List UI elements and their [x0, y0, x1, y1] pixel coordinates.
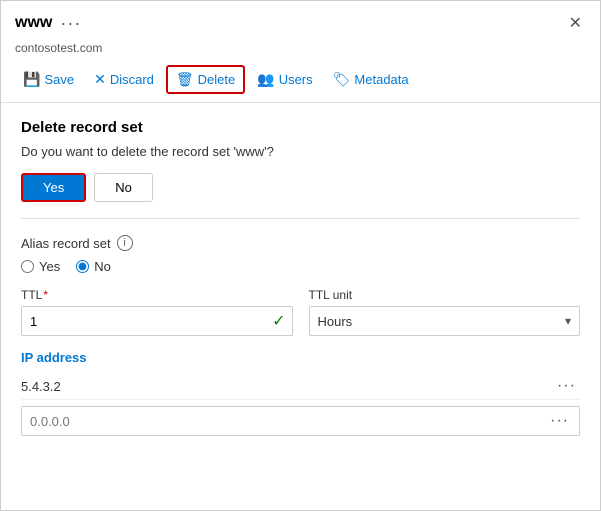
alias-no-option[interactable]: No — [76, 259, 111, 274]
content-area: Delete record set Do you want to delete … — [1, 103, 600, 510]
delete-section: Delete record set Do you want to delete … — [21, 119, 580, 219]
ttl-unit-label: TTL unit — [309, 288, 581, 302]
delete-buttons: Yes No — [21, 173, 580, 202]
confirm-no-button[interactable]: No — [94, 173, 153, 202]
ip-new-input[interactable] — [22, 407, 546, 435]
ip-existing-options-button[interactable]: ··· — [553, 377, 580, 395]
ip-address-section: IP address 5.4.3.2 ··· ··· — [21, 350, 580, 436]
ttl-col: TTL* ✓ — [21, 288, 293, 336]
window-title: www — [15, 14, 52, 32]
title-bar: www ··· ✕ — [1, 1, 600, 41]
toolbar: 💾 Save ✕ Discard 🗑 Delete 👥 Users 🏷 Meta… — [1, 61, 600, 103]
alias-record-section: Alias record set i Yes No — [21, 235, 580, 274]
users-icon: 👥 — [257, 71, 274, 88]
ttl-required-star: * — [43, 288, 48, 302]
delete-label: Delete — [198, 72, 236, 87]
users-label: Users — [279, 72, 313, 87]
ttl-row: TTL* ✓ TTL unit Hours ▾ — [21, 288, 580, 336]
metadata-icon: 🏷 — [333, 71, 351, 88]
alias-info-icon[interactable]: i — [117, 235, 133, 251]
alias-yes-radio[interactable] — [21, 260, 34, 273]
alias-no-label: No — [94, 259, 111, 274]
discard-button[interactable]: ✕ Discard — [86, 67, 162, 92]
alias-radio-group: Yes No — [21, 259, 580, 274]
ip-existing-value: 5.4.3.2 — [21, 379, 61, 394]
delete-icon: 🗑 — [176, 71, 194, 88]
ttl-label: TTL* — [21, 288, 293, 302]
delete-question: Do you want to delete the record set 'ww… — [21, 144, 580, 159]
alias-yes-option[interactable]: Yes — [21, 259, 60, 274]
ttl-unit-col: TTL unit Hours ▾ — [309, 288, 581, 336]
ip-existing-row: 5.4.3.2 ··· — [21, 373, 580, 400]
save-label: Save — [44, 72, 74, 87]
alias-label-text: Alias record set — [21, 236, 111, 251]
alias-no-radio[interactable] — [76, 260, 89, 273]
title-bar-left: www ··· — [15, 13, 81, 34]
close-button[interactable]: ✕ — [565, 11, 586, 35]
ttl-input-wrapper: ✓ — [21, 306, 293, 336]
ip-new-input-wrapper: ··· — [21, 406, 580, 436]
users-button[interactable]: 👥 Users — [249, 67, 320, 92]
metadata-button[interactable]: 🏷 Metadata — [325, 67, 417, 92]
ttl-unit-chevron-icon: ▾ — [565, 314, 571, 328]
discard-icon: ✕ — [94, 71, 106, 88]
save-icon: 💾 — [23, 71, 40, 88]
metadata-label: Metadata — [354, 72, 408, 87]
ttl-check-icon: ✓ — [272, 311, 291, 331]
alias-yes-label: Yes — [39, 259, 60, 274]
ttl-unit-select[interactable]: Hours ▾ — [309, 306, 581, 336]
delete-button[interactable]: 🗑 Delete — [166, 65, 245, 94]
discard-label: Discard — [110, 72, 154, 87]
ip-new-options-button[interactable]: ··· — [546, 412, 573, 430]
confirm-yes-button[interactable]: Yes — [21, 173, 86, 202]
save-button[interactable]: 💾 Save — [15, 67, 82, 92]
title-more-options[interactable]: ··· — [60, 13, 81, 34]
delete-section-title: Delete record set — [21, 119, 580, 136]
ttl-unit-value: Hours — [318, 314, 353, 329]
main-window: www ··· ✕ contosotest.com 💾 Save ✕ Disca… — [0, 0, 601, 511]
ip-section-title: IP address — [21, 350, 580, 365]
ttl-input[interactable] — [22, 307, 272, 335]
window-subtitle: contosotest.com — [1, 41, 600, 61]
alias-label: Alias record set i — [21, 235, 580, 251]
